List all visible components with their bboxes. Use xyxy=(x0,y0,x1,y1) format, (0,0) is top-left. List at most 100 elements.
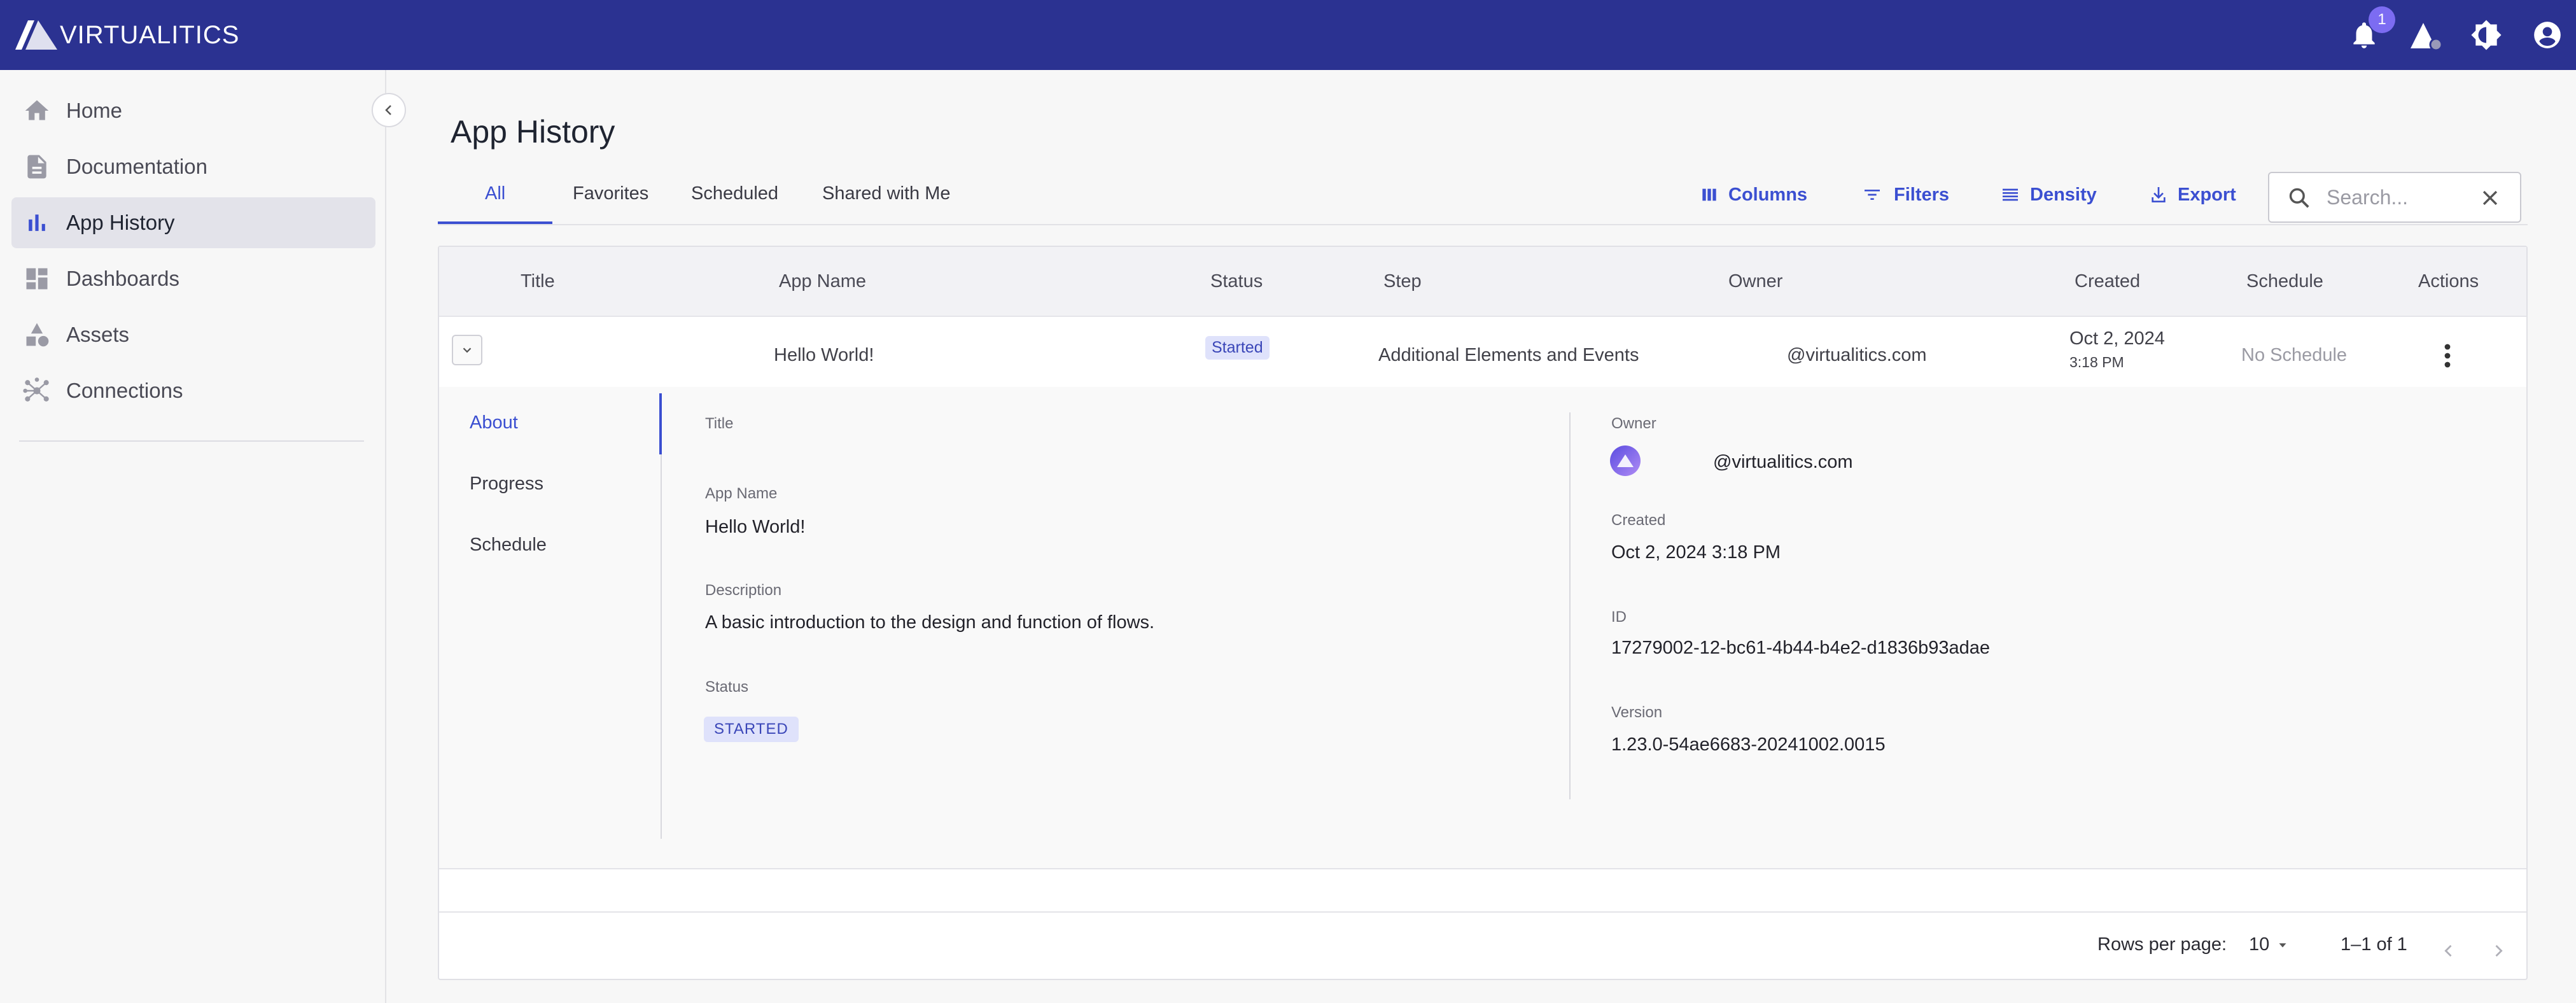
row-created-time: 3:18 PM xyxy=(2069,354,2124,370)
row-actions-button[interactable] xyxy=(2435,340,2460,372)
bar-chart-icon xyxy=(29,214,45,231)
sidebar-item-documentation[interactable]: Documentation xyxy=(11,141,375,192)
active-detail-tab-indicator xyxy=(659,393,662,454)
id-label: ID xyxy=(1611,608,1627,626)
density-button[interactable]: Density xyxy=(1999,182,2097,207)
status-label: Status xyxy=(705,678,749,696)
sidebar-item-label: App History xyxy=(66,211,175,234)
app-history-table: Title App Name Status Step Owner Created… xyxy=(438,246,2528,980)
next-page-button[interactable] xyxy=(2486,938,2511,964)
table-footer-divider xyxy=(439,911,2526,913)
virtualitics-logo-icon xyxy=(15,20,57,50)
dropdown-arrow-icon xyxy=(2279,943,2286,948)
clear-search-icon[interactable] xyxy=(2479,187,2501,209)
rows-per-page-label: Rows per page: xyxy=(2097,934,2227,955)
notification-count-badge: 1 xyxy=(2369,6,2395,33)
row-app-name: Hello World! xyxy=(774,345,874,365)
dashboard-icon xyxy=(26,268,48,290)
search-icon xyxy=(2289,188,2309,208)
sidebar-item-dashboards[interactable]: Dashboards xyxy=(11,253,375,304)
more-vert-icon xyxy=(2444,344,2451,368)
page-title: App History xyxy=(451,114,615,150)
app-name-label: App Name xyxy=(705,485,778,502)
column-header-owner[interactable]: Owner xyxy=(1728,271,1782,292)
row-schedule: No Schedule xyxy=(2241,345,2348,365)
sidebar-item-label: Connections xyxy=(66,379,183,402)
row-owner: @virtualitics.com xyxy=(1787,345,1927,365)
chevron-down-icon xyxy=(463,347,472,353)
document-icon xyxy=(27,155,46,179)
title-label: Title xyxy=(705,415,734,432)
column-header-step[interactable]: Step xyxy=(1383,271,1422,292)
row-step: Additional Elements and Events xyxy=(1378,345,1639,365)
export-label: Export xyxy=(2178,184,2236,205)
sidebar-item-label: Assets xyxy=(66,323,130,346)
network-icon xyxy=(23,377,49,402)
detail-tab-progress[interactable]: Progress xyxy=(470,473,543,494)
shapes-icon xyxy=(26,323,49,347)
sidebar-item-label: Dashboards xyxy=(66,267,179,290)
column-header-title[interactable]: Title xyxy=(521,271,555,292)
chevron-left-icon xyxy=(2444,944,2452,957)
collapse-row-button[interactable] xyxy=(452,335,482,365)
detail-tabs-divider xyxy=(661,393,662,839)
density-icon xyxy=(2003,188,2018,201)
account-circle-icon xyxy=(2534,22,2561,48)
filters-button[interactable]: Filters xyxy=(1859,182,1949,207)
owner-label: Owner xyxy=(1611,415,1656,432)
row-detail-panel: About Progress Schedule Title App Name H… xyxy=(439,387,2526,869)
table-header: Title App Name Status Step Owner Created… xyxy=(439,247,2526,317)
search-input[interactable] xyxy=(2327,183,2473,211)
download-icon xyxy=(2152,187,2166,202)
export-button[interactable]: Export xyxy=(2148,182,2236,207)
columns-icon xyxy=(1702,188,1716,201)
version-label: Version xyxy=(1611,704,1663,721)
chevron-right-icon xyxy=(2495,944,2503,957)
description-label: Description xyxy=(705,582,782,599)
brightness-icon xyxy=(2471,20,2502,50)
tab-scheduled[interactable]: Scheduled xyxy=(691,183,778,204)
owner-value: @virtualitics.com xyxy=(1713,452,1853,472)
row-created-date: Oct 2, 2024 xyxy=(2069,328,2165,349)
tab-shared-with-me[interactable]: Shared with Me xyxy=(822,183,951,204)
active-tab-indicator xyxy=(438,221,552,224)
sidebar-item-assets[interactable]: Assets xyxy=(11,309,375,360)
triangle-logo-icon xyxy=(2411,23,2443,51)
tab-favorites[interactable]: Favorites xyxy=(573,183,648,204)
previous-page-button[interactable] xyxy=(2436,938,2461,964)
created-label: Created xyxy=(1611,512,1666,529)
sidebar-item-home[interactable]: Home xyxy=(11,85,375,136)
columns-button[interactable]: Columns xyxy=(1699,182,1807,207)
sidebar-item-label: Home xyxy=(66,99,123,122)
collapse-sidebar-button[interactable] xyxy=(372,93,406,127)
column-header-status[interactable]: Status xyxy=(1210,271,1263,292)
brand-logo[interactable]: VIRTUALITICS xyxy=(15,18,239,52)
chevron-left-icon xyxy=(385,105,391,115)
rows-per-page-select[interactable]: 10 xyxy=(2249,934,2290,955)
app-name-value: Hello World! xyxy=(705,517,806,537)
column-header-app-name[interactable]: App Name xyxy=(779,271,866,292)
theme-toggle-button[interactable] xyxy=(2470,19,2502,51)
detail-tab-about[interactable]: About xyxy=(470,412,518,433)
column-header-created[interactable]: Created xyxy=(2075,271,2140,292)
tab-all[interactable]: All xyxy=(485,183,505,204)
id-value: 17279002-12-bc61-4b44-b4e2-d1836b93adae xyxy=(1611,638,1991,658)
version-value: 1.23.0-54ae6683-20241002.0015 xyxy=(1611,734,1886,755)
rows-per-page-value: 10 xyxy=(2249,934,2270,955)
columns-label: Columns xyxy=(1728,184,1808,205)
description-value: A basic introduction to the design and f… xyxy=(705,612,1155,633)
detail-tab-schedule[interactable]: Schedule xyxy=(470,535,547,556)
brand-name: VIRTUALITICS xyxy=(60,20,240,49)
created-value: Oct 2, 2024 3:18 PM xyxy=(1611,542,1781,563)
filter-icon xyxy=(1865,190,1880,200)
virtualitics-status-button[interactable] xyxy=(2408,19,2443,51)
sidebar-item-connections[interactable]: Connections xyxy=(11,365,375,416)
column-header-actions: Actions xyxy=(2418,271,2479,291)
account-button[interactable] xyxy=(2531,19,2563,51)
search-field[interactable] xyxy=(2268,172,2521,223)
pagination-range: 1–1 of 1 xyxy=(2341,934,2407,955)
column-header-schedule[interactable]: Schedule xyxy=(2246,271,2323,292)
sidebar-divider xyxy=(19,440,364,442)
top-app-bar: VIRTUALITICS 1 xyxy=(0,0,2576,70)
sidebar-item-app-history[interactable]: App History xyxy=(11,197,375,248)
